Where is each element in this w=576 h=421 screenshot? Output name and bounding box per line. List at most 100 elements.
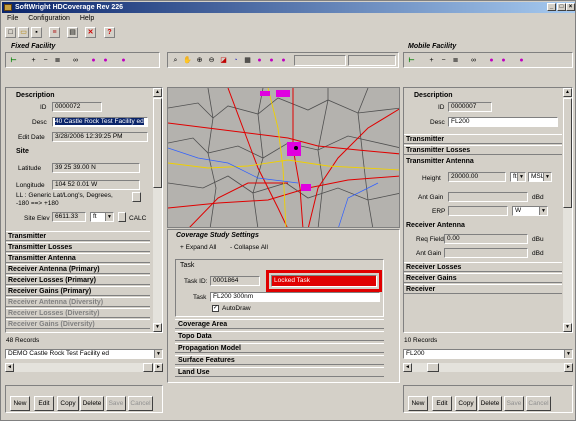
remove-icon[interactable]: − — [438, 55, 449, 66]
help-icon[interactable]: ? — [104, 27, 115, 38]
section-topo-data[interactable]: Topo Data — [175, 331, 384, 341]
desc-field[interactable]: 40 Castle Rock Test Facility ed — [52, 117, 148, 127]
erp-unit-select[interactable]: W ▼ — [512, 206, 548, 216]
section-receiver-losses[interactable]: Receiver Losses — [404, 262, 562, 272]
globe-icon[interactable]: ● — [516, 55, 527, 66]
scroll-up-icon[interactable]: ▲ — [153, 88, 162, 97]
fixed-hscroll[interactable]: ◄ ► — [5, 363, 163, 372]
delete-icon[interactable]: ✕ — [85, 27, 96, 38]
rx-ant-gain-field[interactable] — [444, 248, 528, 258]
section-receiver[interactable]: Receiver — [404, 284, 562, 294]
section-transmitter[interactable]: Transmitter — [404, 134, 562, 144]
list-icon[interactable]: ≣ — [450, 55, 461, 66]
save-button[interactable]: Save — [504, 396, 524, 411]
globe-icon[interactable]: ● — [100, 55, 111, 66]
globe-icon[interactable]: ● — [486, 55, 497, 66]
section-receiver-gains-primary[interactable]: Receiver Gains (Primary) — [6, 286, 150, 296]
remove-icon[interactable]: − — [40, 55, 51, 66]
open-icon[interactable]: ▭ — [18, 27, 29, 38]
scroll-right-icon[interactable]: ► — [154, 363, 163, 372]
edit-button[interactable]: Edit — [432, 396, 452, 411]
binoculars-icon[interactable]: ∞ — [468, 55, 479, 66]
section-coverage-area[interactable]: Coverage Area — [175, 319, 384, 329]
site-elev-field[interactable]: 6611.33 — [52, 212, 86, 222]
section-transmitter-losses[interactable]: Transmitter Losses — [404, 145, 562, 155]
section-land-use[interactable]: Land Use — [175, 367, 384, 377]
section-transmitter-losses[interactable]: Transmitter Losses — [6, 242, 150, 252]
link-icon[interactable]: ⊢ — [8, 55, 19, 66]
height-ref-select[interactable]: MSL ▼ — [528, 172, 552, 182]
menu-help[interactable]: Help — [80, 15, 94, 22]
new-button[interactable]: New — [10, 396, 30, 411]
ll-button[interactable] — [132, 192, 141, 202]
globe-icon[interactable]: ● — [118, 55, 129, 66]
globe-icon[interactable]: ● — [278, 55, 289, 66]
mobile-record-select[interactable]: FL200 ▼ — [403, 349, 573, 359]
scroll-up-icon[interactable]: ▲ — [563, 88, 572, 97]
layers-icon[interactable]: ◪ — [218, 55, 229, 66]
menu-configuration[interactable]: Configuration — [28, 15, 70, 22]
height-unit-select[interactable]: ft ▼ — [510, 172, 526, 182]
save-icon[interactable]: ▪ — [31, 27, 42, 38]
calc-checkbox[interactable] — [118, 212, 126, 222]
scroll-thumb[interactable] — [143, 363, 153, 372]
scroll-left-icon[interactable]: ◄ — [403, 363, 412, 372]
copy-button[interactable]: Copy — [57, 396, 79, 411]
left-vscroll[interactable]: ▲ ▼ — [153, 88, 162, 332]
collapse-all-link[interactable]: - Collapse All — [230, 244, 268, 251]
scroll-down-icon[interactable]: ▼ — [563, 323, 572, 332]
section-receiver-gains-diversity[interactable]: Receiver Gains (Diversity) — [6, 319, 150, 329]
longitude-field[interactable]: 104 52 0.01 W — [52, 180, 140, 190]
globe-icon[interactable]: ● — [266, 55, 277, 66]
delete-button[interactable]: Delete — [478, 396, 502, 411]
section-transmitter[interactable]: Transmitter — [6, 231, 150, 241]
print-icon[interactable]: ▤ — [67, 27, 78, 38]
binoculars-icon[interactable]: ∞ — [70, 55, 81, 66]
link-icon[interactable]: ⊢ — [406, 55, 417, 66]
scroll-down-icon[interactable]: ▼ — [153, 323, 162, 332]
new-icon[interactable]: □ — [5, 27, 16, 38]
new-button[interactable]: New — [408, 396, 428, 411]
menu-file[interactable]: File — [7, 15, 18, 22]
save-button[interactable]: Save — [106, 396, 126, 411]
scroll-thumb[interactable] — [563, 98, 572, 208]
section-propagation-model[interactable]: Propagation Model — [175, 343, 384, 353]
coverage-map[interactable] — [167, 87, 400, 228]
maximize-button[interactable]: □ — [557, 3, 566, 11]
scroll-right-icon[interactable]: ► — [564, 363, 573, 372]
section-receiver-antenna-diversity[interactable]: Receiver Antenna (Diversity) — [6, 297, 150, 307]
copy-button[interactable]: Copy — [455, 396, 477, 411]
ant-gain-field[interactable] — [448, 192, 528, 202]
section-receiver-losses-diversity[interactable]: Receiver Losses (Diversity) — [6, 308, 150, 318]
chart-icon[interactable]: ◔ — [230, 55, 241, 66]
close-button[interactable]: × — [566, 3, 575, 11]
scroll-thumb[interactable] — [427, 363, 439, 372]
delete-button[interactable]: Delete — [80, 396, 104, 411]
add-icon[interactable]: + — [426, 55, 437, 66]
zoom-in-icon[interactable]: ⊕ — [194, 55, 205, 66]
desc-field[interactable]: FL200 — [448, 117, 558, 127]
fixed-record-select[interactable]: DEMO Castle Rock Test Facility ed ▼ — [5, 349, 163, 359]
height-field[interactable]: 20000.00 — [448, 172, 506, 182]
section-transmitter-antenna[interactable]: Transmitter Antenna — [6, 253, 150, 263]
section-receiver-losses-primary[interactable]: Receiver Losses (Primary) — [6, 275, 150, 285]
mobile-hscroll[interactable]: ◄ ► — [403, 363, 573, 372]
zoom-icon[interactable]: ⌕ — [170, 55, 181, 66]
right-vscroll[interactable]: ▲ ▼ — [563, 88, 572, 332]
section-surface-features[interactable]: Surface Features — [175, 355, 384, 365]
globe-icon[interactable]: ● — [88, 55, 99, 66]
edit-button[interactable]: Edit — [34, 396, 54, 411]
section-receiver-gains[interactable]: Receiver Gains — [404, 273, 562, 283]
scroll-left-icon[interactable]: ◄ — [5, 363, 14, 372]
list-icon[interactable]: ≣ — [52, 55, 63, 66]
cancel-button[interactable]: Cancel — [526, 396, 551, 411]
globe-icon[interactable]: ● — [254, 55, 265, 66]
hand-icon[interactable]: ✋ — [182, 55, 193, 66]
scroll-thumb[interactable] — [153, 98, 162, 188]
cancel-button[interactable]: Cancel — [128, 396, 153, 411]
edit-icon[interactable]: ≡ — [49, 27, 60, 38]
zoom-out-icon[interactable]: ⊖ — [206, 55, 217, 66]
autodraw-checkbox[interactable]: ✓ — [212, 305, 219, 312]
section-receiver-antenna-primary[interactable]: Receiver Antenna (Primary) — [6, 264, 150, 274]
req-field-field[interactable]: 0.00 — [444, 234, 528, 244]
